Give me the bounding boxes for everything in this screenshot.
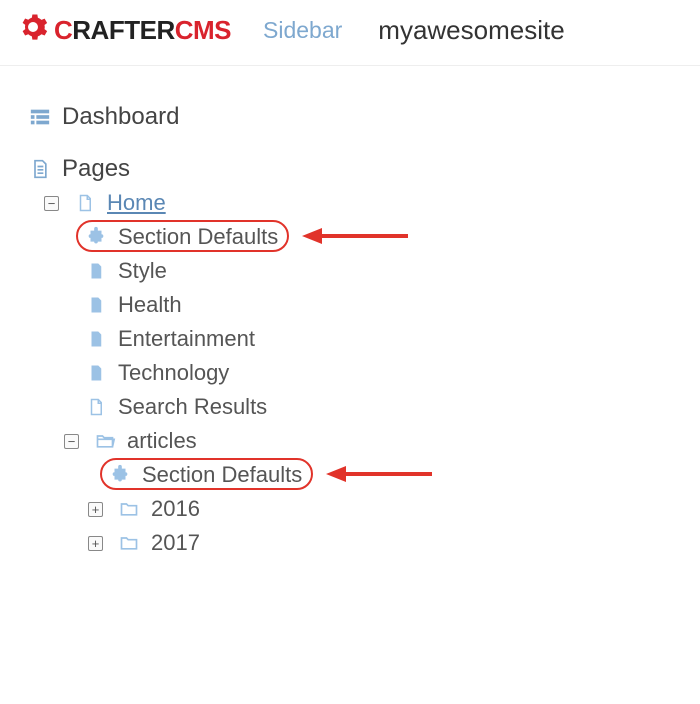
expand-icon[interactable]: + [88, 502, 103, 517]
collapse-icon[interactable]: − [64, 434, 79, 449]
tree-section-defaults-2-label: Section Defaults [142, 462, 302, 488]
tree-health[interactable]: Health [28, 288, 690, 322]
app-header: CRAFTERCMS Sidebar myawesomesite [0, 0, 700, 66]
dashboard-icon [28, 106, 52, 128]
puzzle-icon [84, 226, 108, 248]
tree-2016-label: 2016 [151, 496, 200, 522]
tree-search-results-label: Search Results [118, 394, 267, 420]
nav-pages-label: Pages [62, 155, 130, 183]
tree-2017[interactable]: + 2017 [28, 526, 690, 560]
tree-style-label: Style [118, 258, 167, 284]
sidebar-tree: Dashboard Pages − Home Section Defaults … [0, 66, 700, 570]
tree-articles-label: articles [127, 428, 197, 454]
tree-section-defaults-2[interactable]: Section Defaults [28, 458, 690, 492]
nav-dashboard[interactable]: Dashboard [28, 100, 690, 134]
sidebar-link[interactable]: Sidebar [263, 17, 342, 44]
arrow-icon [300, 224, 410, 253]
folder-icon [117, 499, 141, 519]
nav-dashboard-label: Dashboard [62, 103, 179, 131]
tree-2017-label: 2017 [151, 530, 200, 556]
puzzle-icon [108, 464, 132, 486]
page-solid-icon [84, 294, 108, 316]
site-name[interactable]: myawesomesite [378, 15, 564, 46]
tree-section-defaults-1[interactable]: Section Defaults [28, 220, 690, 254]
tree-entertainment-label: Entertainment [118, 326, 255, 352]
arrow-icon [324, 462, 434, 491]
page-solid-icon [84, 362, 108, 384]
page-solid-icon [84, 328, 108, 350]
logo-text-cms: CMS [175, 15, 231, 46]
page-outline-icon [84, 396, 108, 418]
logo-text-mid: RAFTER [72, 15, 174, 46]
tree-section-defaults-1-label: Section Defaults [118, 224, 278, 250]
folder-icon [117, 533, 141, 553]
tree-home[interactable]: − Home [28, 186, 690, 220]
tree-home-label: Home [107, 190, 166, 216]
page-outline-icon [73, 192, 97, 214]
page-icon [28, 158, 52, 180]
tree-style[interactable]: Style [28, 254, 690, 288]
collapse-icon[interactable]: − [44, 196, 59, 211]
tree-articles[interactable]: − articles [28, 424, 690, 458]
gear-icon [18, 12, 48, 49]
tree-health-label: Health [118, 292, 182, 318]
nav-pages[interactable]: Pages [28, 152, 690, 186]
logo: CRAFTERCMS [18, 12, 231, 49]
tree-technology[interactable]: Technology [28, 356, 690, 390]
tree-entertainment[interactable]: Entertainment [28, 322, 690, 356]
folder-open-icon [93, 431, 117, 451]
logo-text-c: C [54, 15, 72, 46]
expand-icon[interactable]: + [88, 536, 103, 551]
page-solid-icon [84, 260, 108, 282]
tree-2016[interactable]: + 2016 [28, 492, 690, 526]
tree-search-results[interactable]: Search Results [28, 390, 690, 424]
tree-technology-label: Technology [118, 360, 229, 386]
